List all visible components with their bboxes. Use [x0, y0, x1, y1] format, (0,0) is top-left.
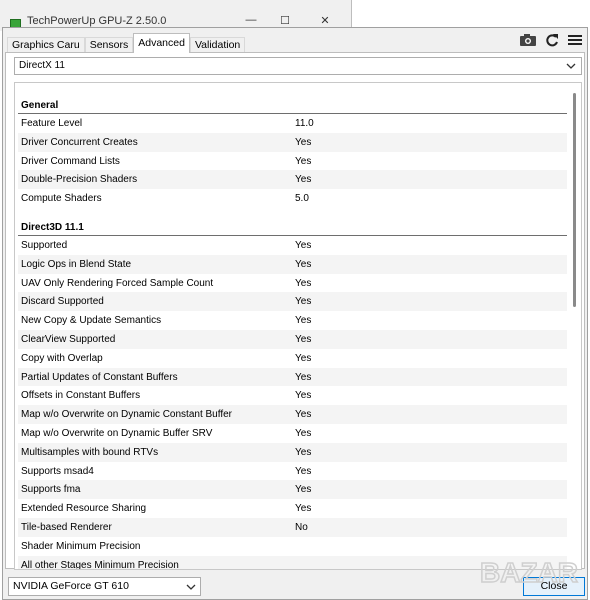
- property-name: Extended Resource Sharing: [21, 503, 147, 515]
- refresh-icon[interactable]: [543, 32, 561, 48]
- property-name: Feature Level: [21, 118, 83, 129]
- minimize-button[interactable]: —: [244, 14, 258, 26]
- property-name: Offsets in Constant Buffers: [21, 390, 141, 402]
- property-row[interactable]: Discard Supported Yes: [18, 292, 567, 312]
- property-value: Yes: [295, 136, 312, 148]
- property-name: Map w/o Overwrite on Dynamic Buffer SRV: [21, 427, 213, 439]
- vertical-scrollbar[interactable]: [568, 83, 581, 569]
- property-value: Yes: [295, 296, 312, 308]
- properties-list[interactable]: General Feature Level 11.0 Driver Concurren…: [14, 82, 582, 570]
- property-row[interactable]: Tile-based Renderer No: [18, 517, 567, 537]
- property-name: Logic Ops in Blend State: [21, 258, 132, 270]
- property-row[interactable]: Supports fma Yes: [18, 480, 567, 500]
- property-value: Yes: [295, 174, 312, 186]
- property-row[interactable]: All other Stages Minimum Precision: [18, 555, 567, 570]
- property-name: Discard Supported: [21, 296, 104, 308]
- property-name: Multisamples with bound RTVs: [21, 446, 159, 458]
- property-value: Yes: [295, 352, 312, 364]
- property-row[interactable]: Supported Yes: [18, 236, 567, 255]
- property-name: Compute Shaders: [21, 193, 102, 205]
- tab-validation[interactable]: Validation: [189, 37, 246, 53]
- property-row[interactable]: Shader Minimum Precision: [18, 537, 567, 556]
- property-name: All other Stages Minimum Precision: [21, 559, 179, 570]
- property-row[interactable]: Double-Precision Shaders Yes: [18, 170, 567, 190]
- property-row[interactable]: New Copy & Update Semantics Yes: [18, 311, 567, 330]
- property-value: No: [295, 521, 308, 533]
- close-window-button[interactable]: ✕: [318, 14, 332, 27]
- property-name: Driver Concurrent Creates: [21, 136, 138, 148]
- property-value: Yes: [295, 427, 312, 439]
- tab-bar: Graphics Caru Sensors Advanced Validatio…: [7, 33, 246, 53]
- property-row[interactable]: Logic Ops in Blend State Yes: [18, 254, 567, 274]
- gpu-dropdown[interactable]: NVIDIA GeForce GT 610: [8, 577, 201, 596]
- property-row[interactable]: ClearView Supported Yes: [18, 329, 567, 349]
- tab-graphics-card[interactable]: Graphics Caru: [7, 37, 85, 53]
- property-value: Yes: [295, 155, 312, 167]
- gpu-dropdown-value: NVIDIA GeForce GT 610: [13, 580, 129, 592]
- scrollbar-thumb[interactable]: [573, 93, 576, 307]
- property-value: Yes: [295, 277, 312, 289]
- chevron-down-icon: [186, 584, 196, 590]
- gpu-z-window: Graphics Caru Sensors Advanced Validatio…: [2, 27, 588, 600]
- close-button[interactable]: Close: [523, 577, 585, 596]
- property-row[interactable]: Extended Resource Sharing Yes: [18, 499, 567, 518]
- property-value: Yes: [295, 446, 312, 458]
- property-value: Yes: [295, 390, 312, 402]
- tab-advanced[interactable]: Advanced: [133, 33, 190, 53]
- chevron-down-icon: [566, 63, 576, 69]
- tab-sensors[interactable]: Sensors: [84, 37, 134, 53]
- property-value: Yes: [295, 409, 312, 421]
- property-row[interactable]: Map w/o Overwrite on Dynamic Buffer SRV Y…: [18, 424, 567, 443]
- property-row[interactable]: Partial Updates of Constant Buffers Yes: [18, 367, 567, 387]
- property-name: Partial Updates of Constant Buffers: [21, 371, 178, 383]
- api-dropdown[interactable]: DirectX 11: [14, 57, 582, 75]
- background: [352, 0, 590, 26]
- section-header: General: [18, 95, 567, 114]
- property-row[interactable]: Supports msad4 Yes: [18, 462, 567, 481]
- property-value: 11.0: [295, 118, 314, 129]
- advanced-panel: DirectX 11 General Feature Level 11.0 Drive…: [5, 53, 585, 570]
- section-header: Direct3D 11.1: [18, 217, 567, 236]
- property-name: Supported: [21, 239, 68, 251]
- api-dropdown-value: DirectX 11: [19, 60, 65, 71]
- property-name: Map w/o Overwrite on Dynamic Constant Bu…: [21, 409, 233, 421]
- property-name: Supports fma: [21, 484, 81, 496]
- property-row[interactable]: UAV Only Rendering Forced Sample Count Ye…: [18, 274, 567, 293]
- property-value: Yes: [295, 371, 312, 383]
- property-row[interactable]: Feature Level 11.0: [18, 114, 567, 133]
- properties-list-content: General Feature Level 11.0 Driver Concurren…: [18, 95, 567, 570]
- property-value: Yes: [295, 333, 312, 345]
- property-name: New Copy & Update Semantics: [21, 315, 162, 327]
- property-value: 5.0: [295, 193, 309, 205]
- property-row[interactable]: Driver Concurrent Creates Yes: [18, 132, 567, 152]
- property-name: Shader Minimum Precision: [21, 540, 141, 552]
- property-value: Yes: [295, 258, 312, 270]
- property-value: Yes: [295, 315, 312, 327]
- window-title: TechPowerUp GPU-Z 2.50.0: [27, 15, 167, 27]
- property-row[interactable]: Map w/o Overwrite on Dynamic Constant Bu…: [18, 405, 567, 424]
- property-row[interactable]: Driver Command Lists Yes: [18, 152, 567, 171]
- section-title: General: [21, 100, 59, 111]
- property-row[interactable]: Offsets in Constant Buffers Yes: [18, 386, 567, 405]
- camera-icon[interactable]: [519, 32, 537, 48]
- property-row[interactable]: Copy with Overlap Yes: [18, 349, 567, 368]
- property-value: Yes: [295, 484, 312, 496]
- property-value: Yes: [295, 465, 312, 477]
- property-name: Copy with Overlap: [21, 352, 103, 364]
- property-row[interactable]: Compute Shaders 5.0: [18, 189, 567, 208]
- property-name: Driver Command Lists: [21, 155, 120, 167]
- property-row[interactable]: Multisamples with bound RTVs Yes: [18, 442, 567, 462]
- property-name: ClearView Supported: [21, 333, 116, 345]
- property-name: Double-Precision Shaders: [21, 174, 138, 186]
- maximize-button[interactable]: ☐: [278, 14, 292, 27]
- section-title: Direct3D 11.1: [21, 221, 84, 233]
- property-name: Tile-based Renderer: [21, 521, 112, 533]
- menu-icon[interactable]: [566, 32, 584, 48]
- property-name: Supports msad4: [21, 465, 94, 477]
- property-value: Yes: [295, 503, 312, 515]
- property-name: UAV Only Rendering Forced Sample Count: [21, 277, 214, 289]
- property-value: Yes: [295, 239, 312, 251]
